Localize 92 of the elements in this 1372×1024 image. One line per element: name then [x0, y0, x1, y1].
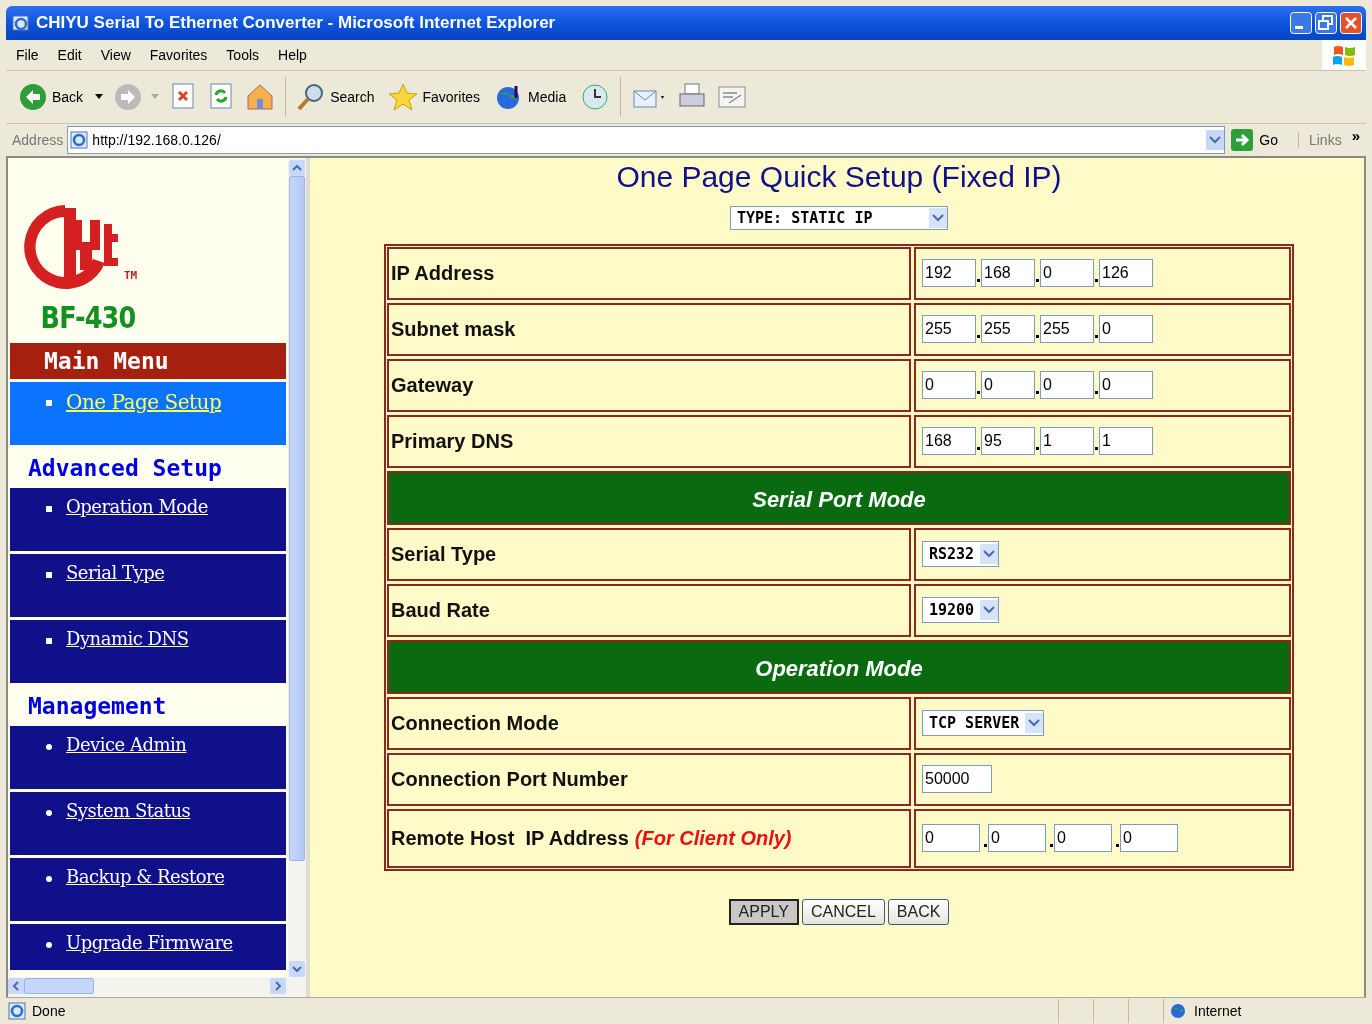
- close-button[interactable]: [1340, 12, 1362, 34]
- scroll-right-button[interactable]: [270, 978, 286, 995]
- scroll-thumb[interactable]: [289, 175, 305, 861]
- menu-link[interactable]: Backup & Restore: [66, 865, 225, 887]
- toolbar-button[interactable]: Media: [492, 79, 573, 114]
- octet-field[interactable]: 0: [988, 824, 1046, 853]
- scroll-down-button[interactable]: [289, 961, 305, 978]
- menu-item[interactable]: Help: [278, 46, 307, 63]
- menu-item[interactable]: Edit: [57, 46, 82, 63]
- value-dropdown[interactable]: RS232: [922, 541, 1000, 568]
- window-title: CHIYU Serial To Ethernet Converter - Microsoft Internet Explorer: [36, 13, 557, 33]
- menu-item[interactable]: Tools: [226, 46, 260, 63]
- field-label: Connection Mode: [391, 711, 559, 735]
- menu-link[interactable]: Device Admin: [66, 733, 187, 755]
- octet-field[interactable]: 0: [1099, 315, 1153, 344]
- field-note: (For Client Only): [634, 826, 792, 850]
- field-label: IP Address: [391, 261, 495, 285]
- octet-field[interactable]: 0: [922, 371, 976, 400]
- zone-text: Internet: [1194, 1003, 1242, 1019]
- trademark-label: TM: [124, 268, 138, 282]
- toolbar-button[interactable]: Search: [294, 79, 381, 114]
- go-button[interactable]: Go: [1229, 128, 1294, 151]
- menu-item[interactable]: Favorites: [149, 46, 208, 63]
- menu-link[interactable]: Serial Type: [66, 561, 165, 583]
- globe-icon: [1170, 1003, 1186, 1019]
- octet-field[interactable]: 255: [981, 315, 1035, 344]
- octet-field[interactable]: 0: [1040, 259, 1094, 288]
- history-icon: [580, 81, 611, 112]
- address-label: Address: [12, 131, 64, 148]
- menu-link[interactable]: System Status: [66, 799, 191, 821]
- menu-item[interactable]: View: [100, 46, 131, 63]
- browser-icon: [12, 14, 30, 32]
- menu-item[interactable]: File: [16, 46, 39, 63]
- octet-field[interactable]: 1: [1040, 427, 1094, 456]
- page-icon: [8, 1002, 26, 1020]
- status-text: Done: [32, 1003, 66, 1019]
- page-title: One Page Quick Setup (Fixed IP): [616, 159, 1062, 194]
- address-field[interactable]: http://192.168.0.126/: [67, 125, 1226, 154]
- field-label: Connection Port Number: [391, 767, 628, 791]
- forward-icon: [113, 81, 144, 112]
- octet-field[interactable]: 192: [922, 259, 976, 288]
- octet-field[interactable]: 0: [1040, 371, 1094, 400]
- back-icon: [18, 81, 48, 112]
- menu-link[interactable]: Dynamic DNS: [66, 627, 189, 649]
- menu-link[interactable]: Upgrade Firmware: [66, 931, 233, 953]
- dropdown-arrow-icon: [95, 93, 104, 100]
- octet-field[interactable]: 0: [1054, 824, 1112, 853]
- octet-field[interactable]: 168: [981, 259, 1035, 288]
- octet-field[interactable]: 95: [981, 427, 1035, 456]
- arrow-right-icon: [1231, 128, 1254, 151]
- toolbar-button[interactable]: Back: [16, 79, 106, 114]
- minimize-button[interactable]: [1290, 12, 1312, 34]
- links-button[interactable]: Links: [1297, 131, 1342, 148]
- scroll-left-button[interactable]: [8, 978, 24, 995]
- value-dropdown[interactable]: 19200: [922, 597, 1000, 624]
- octet-field[interactable]: 0: [1120, 824, 1178, 853]
- form-button[interactable]: CANCEL: [801, 898, 885, 925]
- octet-field[interactable]: 168: [922, 427, 976, 456]
- page-icon: [70, 130, 89, 149]
- octet-field[interactable]: 255: [922, 315, 976, 344]
- dropdown-arrow-icon: [151, 93, 160, 100]
- octet-field[interactable]: 0: [1099, 371, 1153, 400]
- horizontal-scrollbar[interactable]: [8, 977, 306, 998]
- field-label: Remote Host IP Address: [391, 826, 629, 850]
- chevron-button[interactable]: »: [1351, 127, 1360, 145]
- section-header: Serial Port Mode: [387, 470, 1291, 525]
- form-button[interactable]: APPLY: [728, 898, 799, 925]
- model-name: BF-430: [39, 298, 137, 337]
- scroll-up-button[interactable]: [289, 159, 305, 176]
- field-label: Primary DNS: [391, 429, 514, 453]
- star-icon: [388, 81, 419, 112]
- form-button[interactable]: BACK: [887, 898, 950, 925]
- value-dropdown[interactable]: TCP SERVER: [922, 710, 1045, 737]
- octet-field[interactable]: 0: [981, 371, 1035, 400]
- vertical-scrollbar[interactable]: [288, 157, 306, 978]
- octet-field[interactable]: 126: [1099, 259, 1153, 288]
- octet-field[interactable]: 255: [1040, 315, 1094, 344]
- type-dropdown[interactable]: TYPE: STATIC IP: [730, 205, 948, 230]
- octet-field[interactable]: 0: [922, 824, 980, 853]
- section-heading: Main Menu: [10, 342, 286, 379]
- section-header: Operation Mode: [387, 639, 1291, 694]
- toolbar-button[interactable]: Favorites: [386, 79, 487, 114]
- field-label: Baud Rate: [391, 598, 490, 622]
- field-label: Serial Type: [391, 542, 497, 566]
- scroll-thumb[interactable]: [24, 978, 94, 995]
- restore-button[interactable]: [1315, 12, 1337, 34]
- octet-field[interactable]: 1: [1099, 427, 1153, 456]
- port-field[interactable]: 50000: [922, 765, 992, 794]
- field-label: Subnet mask: [391, 317, 516, 341]
- menu-link[interactable]: One Page Setup: [66, 389, 222, 414]
- menu-link[interactable]: Operation Mode: [66, 495, 208, 517]
- field-label: Gateway: [391, 373, 474, 397]
